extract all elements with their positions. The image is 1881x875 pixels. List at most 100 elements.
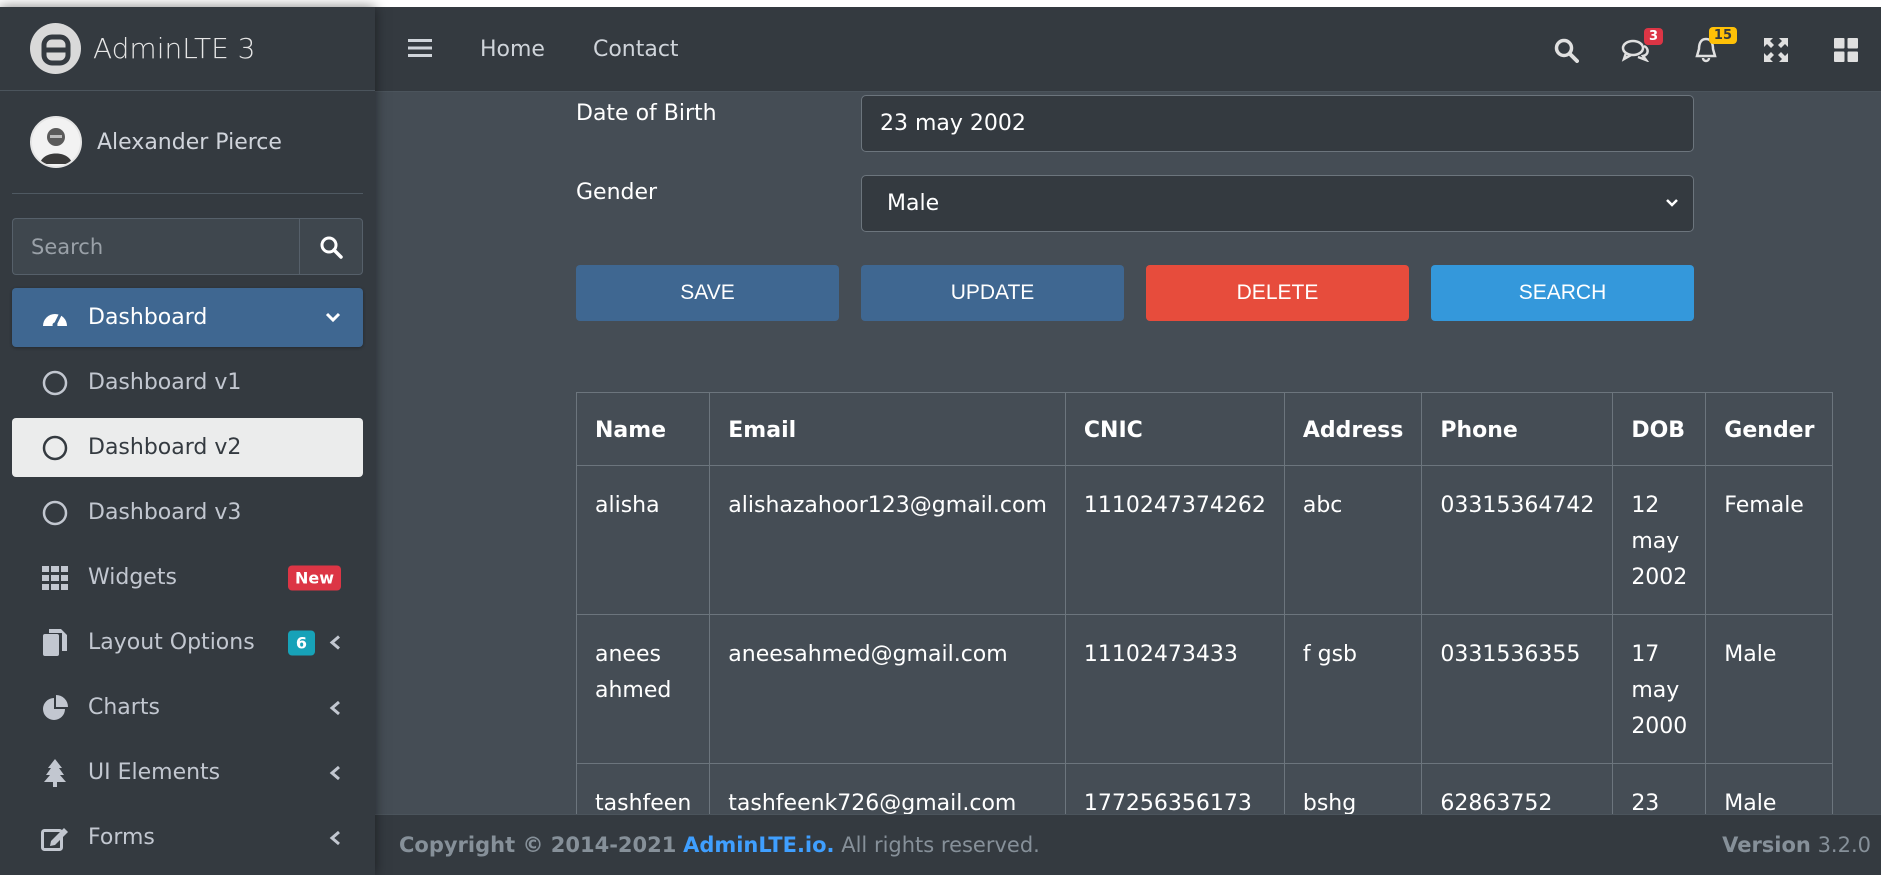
chevron-left-icon	[329, 830, 340, 845]
version-info: Version 3.2.0	[1722, 833, 1871, 857]
table-cell: tashfeenk726@gmail.com	[709, 763, 1066, 814]
column-header: Address	[1283, 392, 1423, 466]
sidebar-item-dashboard-v2[interactable]: Dashboard v2	[12, 418, 363, 477]
adminlte-link[interactable]: AdminLTE.io.	[683, 833, 834, 857]
chevron-down-icon	[325, 312, 341, 322]
sidebar-item-forms[interactable]: Forms	[12, 808, 363, 867]
menu-toggle-icon[interactable]	[408, 38, 432, 62]
gender-form-row: Gender Male	[576, 152, 1714, 232]
new-badge: New	[287, 565, 341, 590]
sidebar-search-button[interactable]	[299, 218, 363, 275]
gender-label: Gender	[576, 180, 658, 205]
tachometer-icon	[40, 303, 70, 333]
control-sidebar-button[interactable]	[1811, 37, 1881, 62]
sidebar-item-label: Dashboard	[88, 305, 208, 330]
gender-select-value: Male	[887, 191, 940, 216]
table-cell: 23	[1612, 763, 1707, 814]
table-cell: 0331536355	[1421, 614, 1614, 764]
dob-form-row: Date of Birth 23 may 2002	[576, 92, 1714, 152]
table-cell: tashfeen	[575, 763, 711, 814]
sidebar-search	[12, 218, 363, 275]
rights-text: All rights reserved.	[841, 833, 1040, 857]
table-cell: bshg	[1283, 763, 1423, 814]
th-large-icon	[1834, 37, 1858, 62]
th-grid-icon	[40, 563, 70, 593]
sidebar-item-widgets[interactable]: Widgets New	[12, 548, 363, 607]
nav-link-home[interactable]: Home	[480, 37, 545, 62]
sidebar-item-dashboard-v3[interactable]: Dashboard v3	[12, 483, 363, 542]
circle-icon	[40, 433, 70, 463]
table-row[interactable]: tashfeen tashfeenk726@gmail.com 17725635…	[575, 763, 1834, 814]
column-header: Phone	[1421, 392, 1614, 466]
sidebar-item-label: UI Elements	[88, 760, 221, 785]
brand-text: AdminLTE 3	[93, 32, 256, 65]
table-cell: Male	[1705, 614, 1834, 764]
adminlte-logo-icon	[30, 23, 81, 74]
main-sidebar: AdminLTE 3 Alexander Pierce Search Dashb…	[0, 7, 375, 875]
table-cell: alisha	[575, 465, 711, 615]
fullscreen-button[interactable]	[1741, 37, 1811, 62]
form-actions: SAVE UPDATE DELETE SEARCH	[576, 265, 1694, 321]
column-header: Name	[575, 392, 711, 466]
search-button[interactable]: SEARCH	[1431, 265, 1694, 321]
sidebar-item-label: Dashboard v1	[88, 370, 242, 395]
messages-dropdown[interactable]: 3	[1601, 27, 1671, 62]
sidebar-item-ui-elements[interactable]: UI Elements	[12, 743, 363, 802]
user-panel: Alexander Pierce	[12, 91, 363, 194]
sidebar-item-label: Widgets	[88, 565, 177, 590]
chevron-down-icon	[1666, 199, 1678, 207]
user-name[interactable]: Alexander Pierce	[97, 130, 282, 155]
table-cell: f gsb	[1283, 614, 1423, 764]
table-cell: abc	[1283, 465, 1423, 615]
gender-select[interactable]: Male	[861, 175, 1694, 232]
sidebar-item-layout-options[interactable]: Layout Options 6	[12, 613, 363, 672]
table-cell: 12 may 2002	[1612, 465, 1707, 615]
dob-label: Date of Birth	[576, 101, 717, 126]
sidebar-item-dashboard-v1[interactable]: Dashboard v1	[12, 353, 363, 412]
sidebar-item-label: Layout Options	[88, 630, 255, 655]
sidebar-item-label: Charts	[88, 695, 160, 720]
update-button[interactable]: UPDATE	[861, 265, 1124, 321]
navbar-search-button[interactable]	[1531, 37, 1601, 63]
table-cell: aneesahmed@gmail.com	[709, 614, 1066, 764]
content-wrapper: Date of Birth 23 may 2002 Gender Male SA…	[375, 92, 1881, 814]
notifications-dropdown[interactable]: 15	[1671, 26, 1741, 63]
count-badge: 6	[287, 630, 315, 655]
table-cell: 11102473433	[1064, 614, 1285, 764]
column-header: Gender	[1705, 392, 1834, 466]
circle-icon	[40, 498, 70, 528]
nav-link-contact[interactable]: Contact	[593, 37, 679, 62]
table-cell: Female	[1705, 465, 1834, 615]
table-cell: 62863752	[1421, 763, 1614, 814]
sidebar-nav: Dashboard Dashboard v1 Dashboard v2 Dash	[12, 288, 363, 867]
sidebar-item-charts[interactable]: Charts	[12, 678, 363, 737]
table-header-row: Name Email CNIC Address Phone DOB Gender	[575, 392, 1834, 466]
search-icon	[320, 236, 343, 259]
sidebar-item-label: Forms	[88, 825, 155, 850]
table-row[interactable]: alisha alishazahoor123@gmail.com 1110247…	[575, 465, 1834, 615]
sidebar-item-label: Dashboard v2	[88, 435, 242, 460]
sidebar-item-dashboard[interactable]: Dashboard	[12, 288, 363, 347]
copyright: Copyright © 2014-2021 AdminLTE.io. All r…	[399, 833, 1040, 857]
avatar[interactable]	[30, 116, 82, 168]
version-label: Version	[1722, 833, 1811, 857]
search-icon	[1554, 38, 1579, 63]
dob-input[interactable]: 23 may 2002	[861, 95, 1694, 152]
column-header: DOB	[1612, 392, 1707, 466]
table-cell: 17 may 2000	[1612, 614, 1707, 764]
notifications-count-badge: 15	[1708, 26, 1737, 44]
records-table: Name Email CNIC Address Phone DOB Gender…	[575, 392, 1834, 814]
save-button[interactable]: SAVE	[576, 265, 839, 321]
main-header: Home Contact 3 15	[375, 7, 1881, 92]
main-footer: Copyright © 2014-2021 AdminLTE.io. All r…	[375, 814, 1881, 875]
delete-button[interactable]: DELETE	[1146, 265, 1409, 321]
table-row[interactable]: anees ahmed aneesahmed@gmail.com 1110247…	[575, 614, 1834, 764]
circle-icon	[40, 368, 70, 398]
copyright-text: Copyright © 2014-2021	[399, 833, 677, 857]
table-cell: Male	[1705, 763, 1834, 814]
brand-link[interactable]: AdminLTE 3	[0, 7, 375, 91]
sidebar-search-input[interactable]	[12, 218, 299, 275]
table-cell: anees ahmed	[575, 614, 711, 764]
sidebar-item-label: Dashboard v3	[88, 500, 242, 525]
chevron-left-icon	[329, 635, 340, 650]
